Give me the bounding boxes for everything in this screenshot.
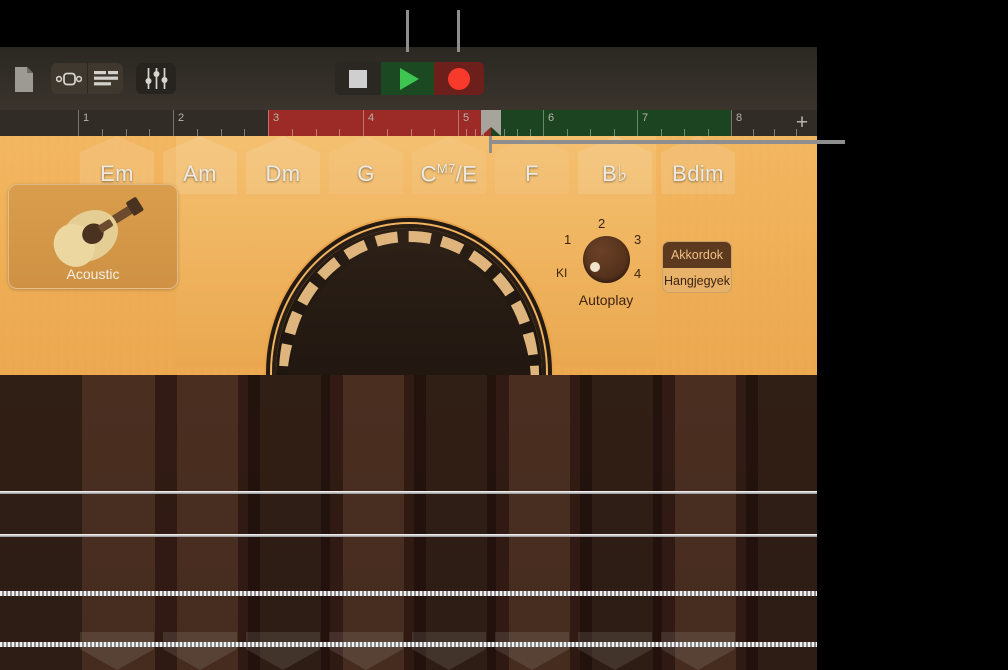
mixer-sliders-icon[interactable] [136,63,176,94]
chord-label: Dm [265,161,301,186]
chord-strum-area[interactable] [80,632,154,670]
add-track-button[interactable]: + [792,112,812,133]
playhead[interactable] [481,110,501,136]
guitar-string-3[interactable] [0,591,817,596]
ruler-bar[interactable]: 2 [173,110,268,136]
ruler-bar-number: 3 [273,112,280,124]
ruler-bar-number: 1 [83,112,90,124]
mode-toggle[interactable]: Akkordok Hangjegyek [662,241,732,293]
toolbar: ? [0,47,817,148]
autoplay-knob[interactable] [583,236,630,283]
autoplay-knob-indicator [590,262,600,272]
chord-label: F [525,161,539,186]
instrument-name: Acoustic [66,266,120,282]
ruler-bar[interactable]: 6 [543,110,637,136]
ruler-bar-number: 8 [736,112,743,124]
ruler-bar[interactable]: 4 [363,110,458,136]
browser-segmented-control[interactable] [51,63,123,94]
transport-controls [335,62,484,95]
autoplay-pos-4[interactable]: 4 [634,266,641,281]
screen-root: ? 1 2 3 4 5 6 7 8 + [0,0,1008,670]
chord-label: CM7/E [420,160,478,186]
chord-label: G [357,161,375,186]
callout-line-record [457,10,460,52]
play-button[interactable] [381,62,434,95]
mode-option-chords[interactable]: Akkordok [663,242,731,268]
record-button[interactable] [434,62,484,95]
autoplay-pos-2[interactable]: 2 [598,216,605,231]
guitar-string-2[interactable] [0,534,817,537]
guitar-string-4[interactable] [0,642,817,647]
autoplay-pos-1[interactable]: 1 [564,232,571,247]
stop-button[interactable] [335,62,381,95]
callout-line-play [406,10,409,52]
playhead-stem [489,136,492,153]
document-icon[interactable] [12,65,36,93]
callout-line-playhead [489,140,845,144]
chord-label: B♭ [602,161,628,186]
record-icon [448,67,470,90]
ruler-bar-number: 2 [178,112,185,124]
chord-label: Am [183,161,217,186]
guitar-string-1[interactable] [0,491,817,494]
ruler-bar[interactable]: 1 [78,110,173,136]
play-icon [400,67,419,90]
ruler-bar-number: 5 [463,112,470,124]
ruler-bar[interactable]: 3 [268,110,363,136]
chord-label: Bdim [672,161,724,186]
ruler-bar[interactable]: 7 [637,110,731,136]
ruler-bar-number: 4 [368,112,375,124]
track-list-icon[interactable] [87,63,123,94]
instrument-stage: Acoustic 1 2 3 4 KI Autoplay Akkordok Ha… [0,136,817,670]
timeline-ruler[interactable]: 1 2 3 4 5 6 7 8 + [0,110,817,136]
ruler-bar-number: 6 [548,112,555,124]
instrument-card-acoustic[interactable]: Acoustic [8,184,178,289]
autoplay-title: Autoplay [578,292,634,308]
mode-option-notes[interactable]: Hangjegyek [663,268,731,292]
autoplay-off-label[interactable]: KI [556,266,567,280]
loop-browser-icon[interactable] [51,63,87,94]
fretboard[interactable] [0,375,817,670]
autoplay-control[interactable]: 1 2 3 4 KI Autoplay [556,212,656,308]
autoplay-pos-3[interactable]: 3 [634,232,641,247]
ruler-bar-number: 7 [642,112,649,124]
stop-icon [349,69,367,88]
